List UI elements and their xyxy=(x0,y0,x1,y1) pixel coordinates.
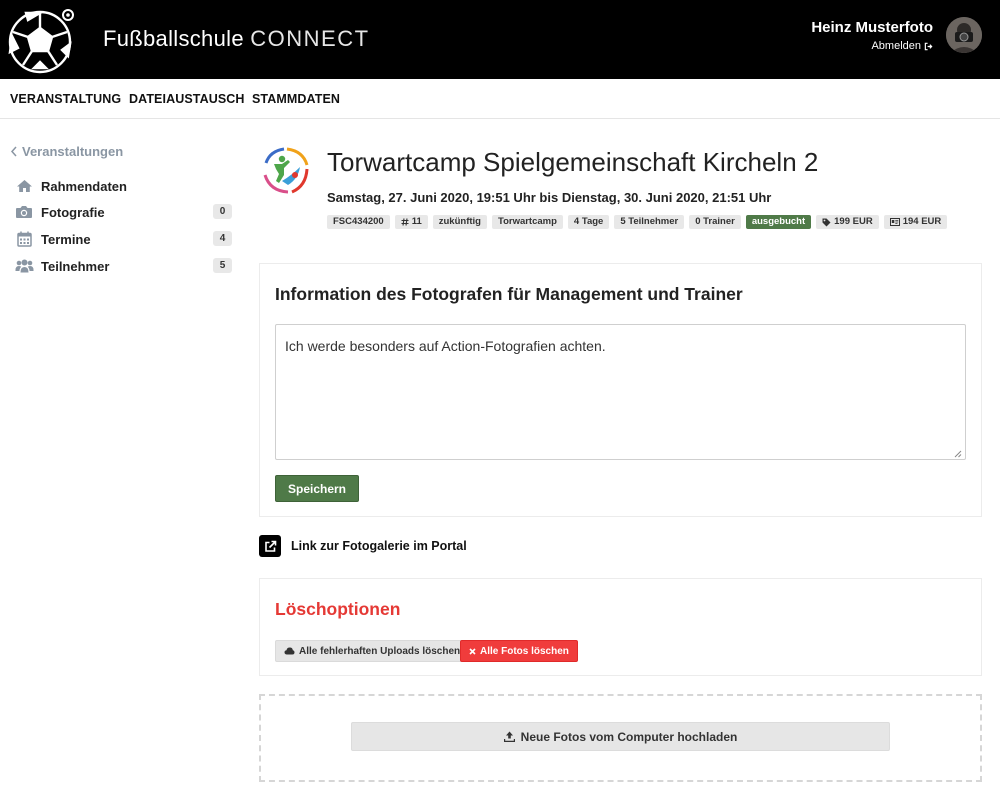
main-nav: VERANSTALTUNG DATEIAUSTAUSCH STAMMDATEN xyxy=(0,79,1000,119)
nav-stammdaten[interactable]: STAMMDATEN xyxy=(252,92,340,106)
sidebar-item-fotografie[interactable]: Fotografie 0 xyxy=(14,202,232,222)
logout-label: Abmelden xyxy=(871,40,921,52)
event-tags: FSC434200 11 zukünftig Torwartcamp 4 Tag… xyxy=(327,215,948,229)
top-header: Fußballschule CONNECT Heinz Musterfoto A… xyxy=(0,0,1000,79)
sidebar-item-termine[interactable]: Termine 4 xyxy=(14,229,232,249)
back-label: Veranstaltungen xyxy=(22,144,124,159)
sidebar-item-teilnehmer[interactable]: Teilnehmer 5 xyxy=(14,256,232,276)
avatar[interactable] xyxy=(946,17,982,53)
tag-label: zukünftig xyxy=(438,216,481,227)
tag-label: 11 xyxy=(411,216,422,227)
sidebar-item-rahmendaten[interactable]: Rahmendaten xyxy=(14,176,232,196)
tag-member-price: 194 EUR xyxy=(883,215,948,229)
save-button[interactable]: Speichern xyxy=(275,475,359,502)
tag-trainers: 0 Trainer xyxy=(689,215,741,229)
upload-icon xyxy=(503,731,515,742)
delete-all-photos-label: Alle Fotos löschen xyxy=(480,645,569,657)
delete-all-photos-button[interactable]: Alle Fotos löschen xyxy=(460,640,578,662)
delete-options-card: Löschoptionen Alle fehlerhaften Uploads … xyxy=(259,578,982,676)
gallery-link-label: Link zur Fotogalerie im Portal xyxy=(291,539,467,553)
tag-label: ausgebucht xyxy=(751,216,806,227)
calendar-icon xyxy=(14,230,34,248)
tag-status: zukünftig xyxy=(432,215,487,229)
photographer-info-card: Information des Fotografen für Managemen… xyxy=(259,263,982,517)
tag-icon xyxy=(822,218,831,226)
tag-label: 5 Teilnehmer xyxy=(620,216,679,227)
tag-price: 199 EUR xyxy=(816,215,879,229)
tag-booked-out: ausgebucht xyxy=(745,215,812,229)
tag-event-number: 11 xyxy=(394,215,428,229)
delete-failed-uploads-button[interactable]: Alle fehlerhaften Uploads löschen xyxy=(275,640,470,662)
delete-failed-uploads-label: Alle fehlerhaften Uploads löschen xyxy=(299,645,461,657)
photographer-info-textarea[interactable]: Ich werde besonders auf Action-Fotografi… xyxy=(275,324,966,460)
app-product: CONNECT xyxy=(250,26,370,51)
sign-out-icon xyxy=(924,42,933,50)
users-icon xyxy=(14,257,34,275)
tag-participants: 5 Teilnehmer xyxy=(614,215,685,229)
resize-grip-icon[interactable] xyxy=(953,449,962,458)
event-logo xyxy=(263,147,309,194)
tag-event-code: FSC434200 xyxy=(327,215,390,229)
tag-label: Torwartcamp xyxy=(497,216,557,227)
nav-dateiaustausch[interactable]: DATEIAUSTAUSCH xyxy=(129,92,245,106)
tag-label: FSC434200 xyxy=(333,216,384,227)
app-name: Fußballschule xyxy=(103,26,244,51)
sidebar-item-label: Rahmendaten xyxy=(41,178,127,194)
cloud-icon xyxy=(284,647,295,655)
tag-category: Torwartcamp xyxy=(491,215,563,229)
user-name: Heinz Musterfoto xyxy=(811,19,933,36)
sidebar-item-label: Fotografie xyxy=(41,204,105,220)
close-icon xyxy=(469,647,476,655)
camera-icon xyxy=(14,203,34,221)
upload-label: Neue Fotos vom Computer hochladen xyxy=(520,729,738,744)
count-badge: 0 xyxy=(213,204,232,219)
tag-label: 194 EUR xyxy=(902,216,942,227)
event-date-range: Samstag, 27. Juni 2020, 19:51 Uhr bis Di… xyxy=(327,190,772,205)
logout-link[interactable]: Abmelden xyxy=(871,40,933,52)
tag-label: 199 EUR xyxy=(834,216,873,227)
count-badge: 4 xyxy=(213,231,232,246)
tag-label: 0 Trainer xyxy=(695,216,735,227)
photographer-info-heading: Information des Fotografen für Managemen… xyxy=(275,284,743,304)
upload-button[interactable]: Neue Fotos vom Computer hochladen xyxy=(351,722,890,751)
nav-veranstaltung[interactable]: VERANSTALTUNG xyxy=(10,92,121,106)
app-title: Fußballschule CONNECT xyxy=(103,26,370,52)
football-icon[interactable] xyxy=(6,4,82,76)
sidebar-item-label: Termine xyxy=(41,231,91,247)
hash-icon xyxy=(401,218,409,226)
tag-label: 4 Tage xyxy=(573,216,604,227)
delete-options-heading: Löschoptionen xyxy=(275,599,401,619)
chevron-left-icon xyxy=(10,146,17,157)
id-card-icon xyxy=(889,218,900,226)
upload-dropzone[interactable]: Neue Fotos vom Computer hochladen xyxy=(259,694,982,782)
gallery-link[interactable]: Link zur Fotogalerie im Portal xyxy=(259,535,467,557)
sidebar-item-label: Teilnehmer xyxy=(41,258,110,274)
event-title: Torwartcamp Spielgemeinschaft Kircheln 2 xyxy=(327,147,819,177)
back-link[interactable]: Veranstaltungen xyxy=(10,144,123,159)
external-link-icon xyxy=(259,535,281,557)
tag-duration: 4 Tage xyxy=(567,215,610,229)
home-icon xyxy=(14,177,34,195)
count-badge: 5 xyxy=(213,258,232,273)
